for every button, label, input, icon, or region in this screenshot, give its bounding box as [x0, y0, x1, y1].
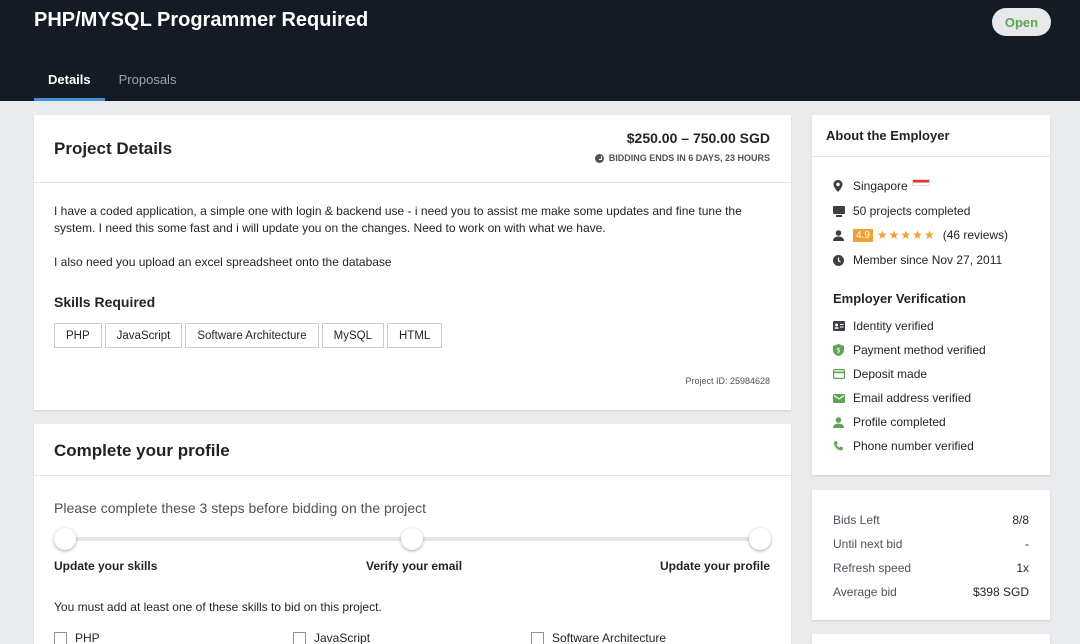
project-description: I have a coded application, a simple one… [54, 204, 742, 235]
verification-phone: Phone number verified [833, 439, 974, 453]
tab-proposals[interactable]: Proposals [105, 62, 191, 101]
project-title: PHP/MYSQL Programmer Required [34, 9, 369, 31]
skill-chip-mysql[interactable]: MySQL [321, 323, 384, 348]
skill-chip-software-architecture[interactable]: Software Architecture [185, 323, 319, 348]
verification-label: Deposit made [853, 367, 928, 381]
refresh-speed-label: Refresh speed [833, 561, 912, 575]
monitor-icon [833, 205, 853, 217]
credit-card-icon [833, 369, 853, 379]
projects-completed-text: 50 projects completed [853, 204, 971, 218]
verification-label: Identity verified [853, 319, 934, 333]
verification-email: Email address verified [833, 391, 971, 405]
average-bid-label: Average bid [833, 585, 897, 599]
skill-option-php[interactable]: PHP [54, 631, 100, 644]
employer-location: Singapore [833, 178, 930, 193]
employer-member-since: Member since Nov 27, 2011 [833, 253, 1002, 267]
skill-option-javascript[interactable]: JavaScript [293, 631, 370, 644]
verification-identity: Identity verified [833, 319, 934, 333]
verification-label: Payment method verified [853, 343, 986, 357]
skills-notice: You must add at least one of these skill… [54, 600, 382, 614]
step-marker-email[interactable] [401, 528, 423, 550]
clock-icon [833, 254, 853, 266]
checkbox[interactable] [54, 631, 67, 644]
reviews-count: (46 reviews) [942, 228, 1009, 242]
employer-projects: 50 projects completed [833, 204, 970, 218]
bidding-ends-text: BIDDING ENDS IN 6 DAYS, 23 HOURS [608, 153, 770, 163]
project-description-extra: I also need you upload an excel spreadsh… [54, 255, 392, 269]
complete-profile-intro: Please complete these 3 steps before bid… [54, 500, 427, 516]
next-sidebar-card [812, 634, 1050, 644]
verification-deposit: Deposit made [833, 367, 927, 381]
average-bid-value: $398 SGD [972, 585, 1029, 599]
average-bid-row: Average bid $398 SGD [833, 585, 1029, 599]
location-text: Singapore [853, 179, 908, 193]
checkbox[interactable] [293, 631, 306, 644]
bids-info-card: Bids Left 8/8 Until next bid - Refresh s… [812, 490, 1050, 620]
skill-chip-html[interactable]: HTML [387, 323, 443, 348]
shield-dollar-icon: $ [833, 344, 853, 356]
budget-range: $250.00 – 750.00 SGD [626, 130, 770, 146]
skills-required-heading: Skills Required [54, 294, 156, 310]
skill-option-label: Software Architecture [552, 631, 667, 644]
singapore-flag-icon [911, 178, 930, 186]
person-icon [833, 229, 853, 241]
complete-profile-card: Complete your profile Please complete th… [34, 424, 791, 644]
status-badge: Open [992, 8, 1051, 36]
verification-profile: Profile completed [833, 415, 946, 429]
verification-payment: $ Payment method verified [833, 343, 986, 357]
bids-left-row: Bids Left 8/8 [833, 513, 1029, 527]
skill-option-label: PHP [75, 631, 100, 644]
phone-icon [833, 440, 853, 452]
refresh-speed-value: 1x [1016, 561, 1029, 575]
step-marker-skills[interactable] [54, 528, 76, 550]
step-verify-email[interactable]: Verify your email [366, 559, 462, 573]
clock-icon [594, 153, 604, 163]
step-marker-profile[interactable] [749, 528, 771, 550]
tab-details[interactable]: Details [34, 62, 105, 101]
next-bid-row: Until next bid - [833, 537, 1029, 551]
envelope-icon [833, 393, 853, 403]
refresh-speed-row: Refresh speed 1x [833, 561, 1029, 575]
svg-text:$: $ [836, 347, 840, 355]
bids-left-value: 8/8 [1012, 513, 1029, 527]
skill-option-software-architecture[interactable]: Software Architecture [531, 631, 666, 644]
next-bid-label: Until next bid [833, 537, 903, 551]
project-header: PHP/MYSQL Programmer Required Open Detai… [0, 0, 1080, 101]
bidding-ends: BIDDING ENDS IN 6 DAYS, 23 HOURS [594, 153, 770, 163]
employer-verification-heading: Employer Verification [833, 291, 966, 306]
verification-label: Email address verified [853, 391, 972, 405]
rating-badge: 4.9 [853, 228, 873, 242]
about-employer-card: About the Employer Singapore 50 projects… [812, 115, 1050, 475]
member-since-text: Member since Nov 27, 2011 [853, 253, 1003, 267]
star-rating-icon: ★★★★★ [876, 228, 936, 242]
verification-label: Phone number verified [853, 439, 974, 453]
about-employer-heading: About the Employer [826, 128, 950, 143]
skill-chip-javascript[interactable]: JavaScript [104, 323, 183, 348]
person-icon [833, 416, 853, 428]
project-id: Project ID: 25984628 [685, 376, 770, 386]
next-bid-value: - [1025, 537, 1029, 551]
id-card-icon [833, 321, 853, 331]
step-update-profile[interactable]: Update your profile [660, 559, 770, 573]
step-update-skills[interactable]: Update your skills [54, 559, 157, 573]
project-details-heading: Project Details [54, 139, 173, 158]
skills-list: PHP JavaScript Software Architecture MyS… [54, 323, 443, 348]
project-details-card: Project Details $250.00 – 750.00 SGD BID… [34, 115, 791, 410]
tab-bar: Details Proposals [34, 62, 190, 101]
bids-left-label: Bids Left [833, 513, 880, 527]
skill-option-label: JavaScript [314, 631, 371, 644]
checkbox[interactable] [531, 631, 544, 644]
complete-profile-heading: Complete your profile [54, 441, 230, 460]
skill-chip-php[interactable]: PHP [54, 323, 102, 348]
location-pin-icon [833, 180, 853, 192]
employer-rating: 4.9 ★★★★★ (46 reviews) [833, 228, 1008, 242]
verification-label: Profile completed [853, 415, 946, 429]
